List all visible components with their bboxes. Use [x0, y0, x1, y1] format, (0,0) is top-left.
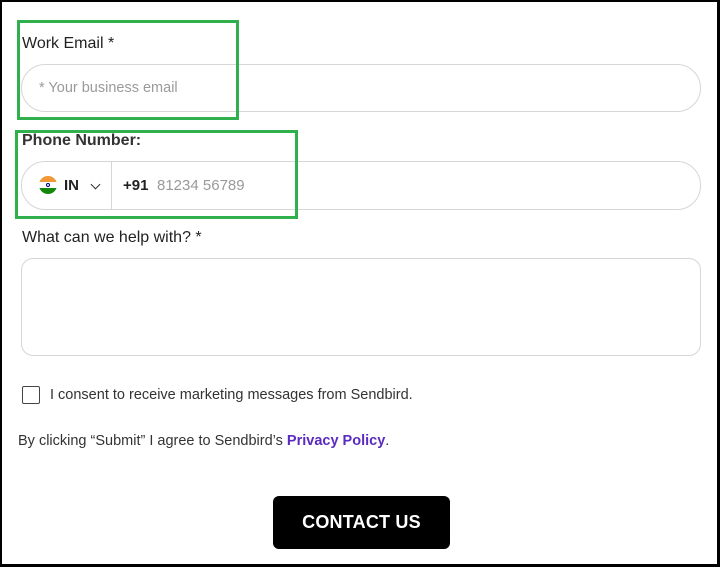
country-code-text: IN	[64, 177, 79, 194]
country-divider	[111, 162, 112, 209]
phone-number-input[interactable]: 81234 56789	[157, 177, 245, 194]
work-email-field[interactable]: * Your business email	[21, 64, 701, 112]
privacy-policy-link[interactable]: Privacy Policy	[287, 433, 385, 449]
chevron-down-icon	[90, 179, 101, 190]
consent-label: I consent to receive marketing messages …	[50, 387, 413, 403]
help-label: What can we help with? *	[22, 229, 202, 246]
work-email-label: Work Email *	[22, 35, 115, 52]
terms-text: By clicking “Submit” I agree to Sendbird…	[18, 433, 389, 449]
help-textarea[interactable]	[21, 258, 701, 356]
contact-us-button[interactable]: CONTACT US	[273, 496, 450, 549]
terms-suffix: .	[385, 433, 390, 449]
country-code-select[interactable]: IN	[22, 162, 111, 209]
phone-number-label: Phone Number:	[22, 132, 142, 149]
terms-prefix: By clicking “Submit” I agree to Sendbird…	[18, 433, 287, 449]
consent-checkbox[interactable]	[22, 386, 40, 404]
contact-form: Work Email * * Your business email Phone…	[0, 0, 720, 567]
work-email-placeholder: * Your business email	[39, 80, 178, 96]
india-flag-icon	[39, 176, 57, 194]
dial-code: +91	[123, 177, 149, 194]
phone-number-field: IN +91 81234 56789	[21, 161, 701, 210]
